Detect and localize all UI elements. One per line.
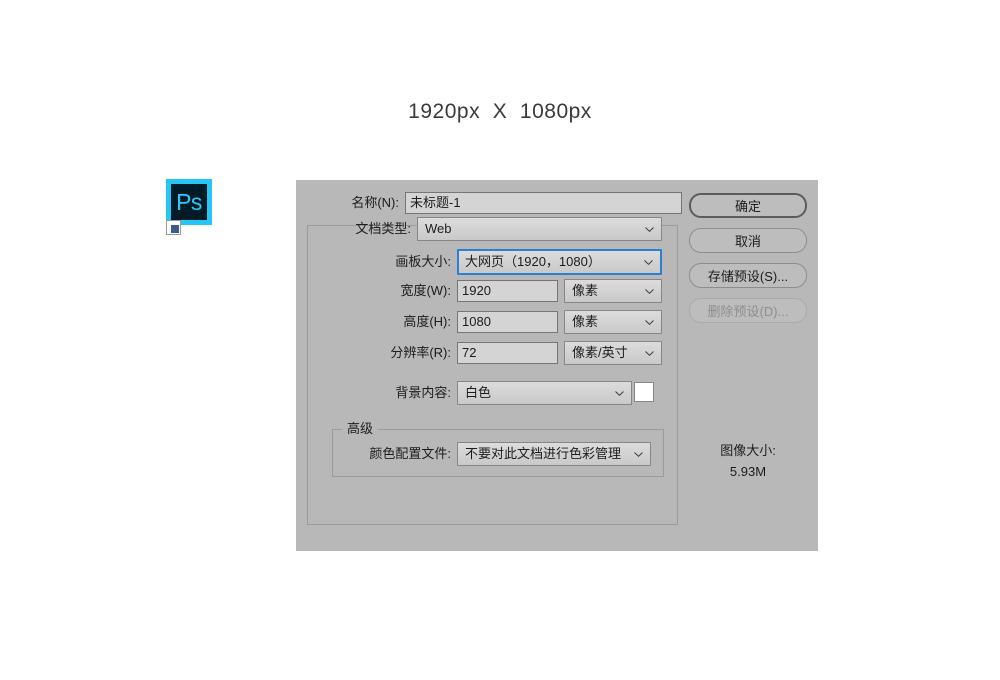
resolution-unit-select[interactable]: 像素/英寸 [564, 341, 662, 365]
resolution-input[interactable]: 72 [457, 342, 558, 364]
background-contents-label: 背景内容: [395, 385, 451, 400]
field-row-artboard-size: 画板大小: 大网页（1920，1080） [296, 249, 666, 275]
height-unit-value: 像素 [572, 314, 599, 329]
photoshop-icon-label: Ps [176, 188, 202, 215]
chevron-down-icon [634, 452, 643, 457]
artboard-size-label: 画板大小: [395, 254, 451, 269]
new-document-dialog: 名称(N): 未标题-1 文档类型: Web 画板大小: 大网页（1920，10… [296, 180, 818, 551]
cancel-button[interactable]: 取消 [689, 228, 807, 253]
field-row-name: 名称(N): 未标题-1 [296, 192, 684, 214]
background-contents-select[interactable]: 白色 [457, 381, 632, 405]
name-label: 名称(N): [351, 195, 399, 210]
chevron-down-icon [645, 320, 654, 325]
field-row-doc-type: 文档类型: Web [296, 217, 666, 241]
chevron-down-icon [645, 227, 654, 232]
width-input[interactable]: 1920 [457, 280, 558, 302]
photoshop-icon: Ps [166, 179, 212, 225]
doc-type-value: Web [425, 221, 452, 236]
image-size-label: 图像大小: [720, 443, 776, 458]
advanced-legend: 高级 [342, 422, 379, 436]
photoshop-icon-inner: Ps [171, 184, 207, 220]
chevron-down-icon [615, 391, 624, 396]
height-unit-select[interactable]: 像素 [564, 310, 662, 334]
chevron-down-icon [645, 351, 654, 356]
color-profile-select[interactable]: 不要对此文档进行色彩管理 [457, 442, 651, 466]
doc-type-label: 文档类型: [355, 221, 411, 236]
page-title: 1920px X 1080px [408, 100, 592, 123]
artboard-size-value: 大网页（1920，1080） [465, 254, 601, 269]
image-size-label-wrap: 图像大小: 5.93M [678, 440, 818, 482]
field-row-resolution: 分辨率(R): 72 像素/英寸 [296, 341, 666, 365]
field-row-background-contents: 背景内容: 白色 [296, 381, 666, 405]
width-unit-value: 像素 [572, 283, 599, 298]
width-unit-select[interactable]: 像素 [564, 279, 662, 303]
save-preset-button[interactable]: 存储预设(S)... [689, 263, 807, 288]
height-label: 高度(H): [403, 314, 451, 329]
resolution-label: 分辨率(R): [390, 345, 451, 360]
background-contents-value: 白色 [465, 385, 492, 400]
ok-button[interactable]: 确定 [689, 193, 807, 218]
name-input[interactable]: 未标题-1 [405, 192, 682, 214]
chevron-down-icon [645, 289, 654, 294]
resolution-unit-value: 像素/英寸 [572, 345, 628, 360]
selection-handle-icon[interactable] [166, 220, 181, 235]
field-row-width: 宽度(W): 1920 像素 [296, 279, 666, 303]
height-input[interactable]: 1080 [457, 311, 558, 333]
background-color-swatch[interactable] [634, 382, 654, 402]
color-profile-value: 不要对此文档进行色彩管理 [465, 446, 622, 461]
chevron-down-icon [644, 260, 653, 265]
width-label: 宽度(W): [400, 283, 451, 298]
image-size-value: 5.93M [729, 464, 767, 479]
field-row-color-profile: 颜色配置文件: 不要对此文档进行色彩管理 [296, 442, 666, 466]
field-row-height: 高度(H): 1080 像素 [296, 310, 666, 334]
color-profile-label: 颜色配置文件: [369, 446, 451, 461]
doc-type-select[interactable]: Web [417, 217, 662, 241]
photoshop-app-icon[interactable]: Ps [166, 179, 216, 235]
artboard-size-select[interactable]: 大网页（1920，1080） [457, 249, 662, 275]
delete-preset-button: 删除预设(D)... [689, 298, 807, 323]
